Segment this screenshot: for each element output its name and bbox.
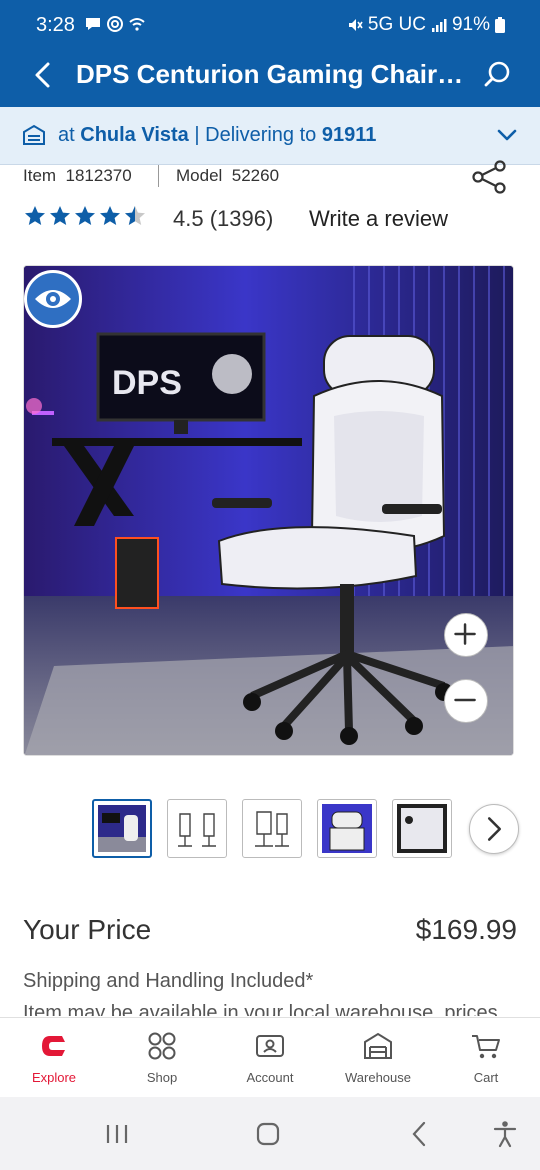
warehouse-icon	[23, 124, 45, 145]
thumb-backrest-detail[interactable]	[392, 799, 452, 858]
nav-shop[interactable]: Shop	[108, 1018, 216, 1098]
item-number-value: 1812370	[65, 166, 132, 185]
nav-label: Shop	[146, 1070, 178, 1085]
rating-score[interactable]: 4.5 (1396)	[173, 206, 273, 232]
delivering-to-label: | Delivering to	[188, 124, 322, 146]
thumb-dimensions-image	[178, 813, 216, 847]
write-review-link[interactable]: Write a review	[309, 206, 448, 232]
model-number: Model 52260	[176, 166, 279, 186]
nav-label: Explore	[31, 1070, 77, 1085]
signal-icon	[431, 19, 447, 32]
battery-icon	[495, 17, 505, 33]
thumb-front-image	[255, 811, 289, 847]
mute-icon	[348, 19, 363, 31]
home-icon[interactable]	[253, 1119, 283, 1149]
price-label: Your Price	[23, 914, 152, 945]
wifi-call-icon	[129, 18, 145, 31]
minus-icon	[454, 698, 476, 702]
thumb-headrest-image	[322, 804, 372, 853]
item-number: Item 1812370	[23, 166, 132, 186]
network-label: 5G UC	[367, 14, 426, 35]
view-360-button[interactable]	[24, 270, 82, 328]
warehouse-delivery-bar[interactable]: at Chula Vista | Delivering to 91911	[0, 107, 540, 165]
warehouse-name: Chula Vista	[80, 124, 189, 146]
star-full-icon	[25, 206, 45, 225]
system-navigation-bar	[0, 1097, 540, 1170]
at-sign-icon	[107, 16, 123, 32]
warehouse-prefix: at	[58, 124, 81, 146]
product-meta: Item 1812370 Model 52260	[23, 165, 523, 189]
thumb-headrest[interactable]	[317, 799, 377, 858]
gaming-chair-room-image: DPS	[24, 266, 513, 755]
bottom-navigation: Explore Shop Account Warehouse Cart	[0, 1017, 540, 1097]
model-number-value: 52260	[231, 166, 280, 185]
account-card-icon	[256, 1035, 284, 1057]
thumb-room-image	[98, 805, 146, 852]
chevron-left-icon[interactable]	[30, 60, 56, 90]
thumb-backrest-image	[397, 804, 447, 853]
chevron-right-icon	[487, 817, 502, 841]
warehouse-icon	[364, 1032, 392, 1059]
battery-label: 91%	[451, 14, 490, 35]
plus-icon	[454, 623, 476, 645]
recent-apps-icon[interactable]	[102, 1119, 132, 1149]
thumbnail-strip	[92, 799, 522, 859]
nav-label: Account	[246, 1070, 294, 1085]
zoom-in-button[interactable]	[444, 613, 488, 657]
chat-bubble-icon	[86, 18, 100, 30]
costco-logo-icon	[42, 1036, 65, 1056]
availability-note: Item may be available in your local ware…	[23, 1002, 498, 1016]
nav-account[interactable]: Account	[216, 1018, 324, 1098]
page-title: DPS Centurion Gaming Chair ...	[76, 59, 464, 89]
star-full-icon	[100, 206, 120, 225]
product-image[interactable]: DPS	[23, 265, 514, 756]
nav-warehouse[interactable]: Warehouse	[324, 1018, 432, 1098]
chevron-down-icon[interactable]	[496, 127, 518, 143]
nav-label: Warehouse	[345, 1070, 411, 1085]
rating-row: 4.5 (1396) Write a review	[23, 202, 523, 236]
star-half-icon	[125, 206, 145, 225]
thumbnail-next-button[interactable]	[469, 804, 519, 854]
thumb-dimensions-side[interactable]	[167, 799, 227, 858]
status-right: 5G UC 91%	[346, 14, 506, 36]
nav-label: Cart	[473, 1070, 499, 1085]
cart-icon	[472, 1035, 500, 1059]
accessibility-icon[interactable]	[490, 1119, 520, 1149]
back-icon[interactable]	[405, 1119, 435, 1149]
thumb-room-scene[interactable]	[92, 799, 152, 858]
price-value: $169.99	[415, 914, 517, 945]
star-full-icon	[50, 206, 70, 225]
monitor-brand-text: DPS	[112, 364, 182, 402]
status-time: 3:28	[36, 14, 75, 36]
shipping-note: Shipping and Handling Included*	[23, 970, 314, 992]
search-icon[interactable]	[484, 60, 512, 90]
nav-cart[interactable]: Cart	[432, 1018, 540, 1098]
star-rating	[23, 204, 147, 228]
eye-icon	[35, 290, 71, 308]
nav-header: DPS Centurion Gaming Chair ...	[0, 52, 540, 107]
model-label: Model	[176, 166, 223, 185]
thumb-dimensions-front[interactable]	[242, 799, 302, 858]
nav-explore[interactable]: Explore	[0, 1018, 108, 1098]
star-full-icon	[75, 206, 95, 225]
share-icon[interactable]	[470, 160, 508, 194]
status-notification-icons	[84, 15, 146, 33]
status-bar: 3:28 5G UC 91%	[0, 0, 540, 52]
delivery-zip: 91911	[321, 124, 377, 146]
app-header: 3:28 5G UC 91% DPS Centurion Gaming Chai…	[0, 0, 540, 107]
warehouse-delivery-text: at Chula Vista | Delivering to 91911	[58, 124, 376, 147]
zoom-out-button[interactable]	[444, 679, 488, 723]
item-label: Item	[23, 166, 57, 185]
meta-divider	[158, 165, 159, 187]
grid-circles-icon	[148, 1032, 176, 1060]
